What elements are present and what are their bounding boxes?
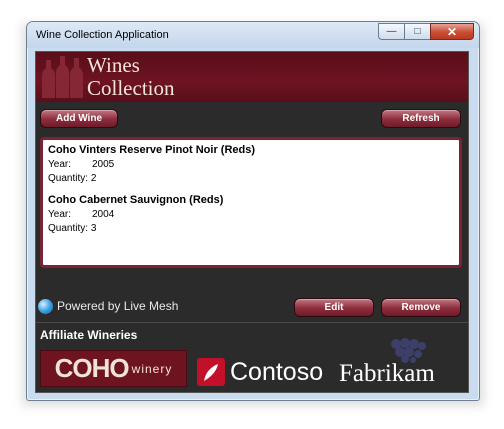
wine-name: Coho Vinters Reserve Pinot Noir (Reds): [48, 144, 256, 156]
year-label: Year:: [48, 209, 71, 220]
minimize-button[interactable]: —: [378, 23, 404, 40]
app-window: Wine Collection Application — □ ✕ Wines …: [26, 21, 480, 401]
coho-logo-sub: winery: [131, 361, 173, 376]
powered-by-text: Powered by Live Mesh: [57, 299, 179, 313]
title-bar[interactable]: Wine Collection Application — □ ✕: [27, 22, 479, 48]
quantity-value: 3: [90, 223, 97, 234]
wine-year-row: Year: 2005: [48, 159, 255, 170]
window-title: Wine Collection Application: [36, 29, 169, 41]
contoso-logo[interactable]: Contoso: [196, 357, 323, 387]
app-client-area: Wines Collection Add Wine Refresh Coho V…: [35, 51, 469, 393]
banner-title-line1: Wines: [87, 53, 140, 77]
contoso-logo-text: Contoso: [230, 357, 324, 386]
divider: [36, 322, 468, 323]
edit-button[interactable]: Edit: [294, 298, 374, 317]
year-value: 2004: [92, 209, 115, 220]
wine-item[interactable]: Coho Vinters Reserve Pinot Noir (Reds) Y…: [48, 144, 255, 184]
quantity-value: 2: [90, 173, 97, 184]
wine-name: Coho Cabernet Sauvignon (Reds): [48, 194, 224, 206]
live-mesh-status[interactable]: Powered by Live Mesh: [38, 297, 178, 315]
fabrikam-logo-text[interactable]: Fabrikam: [339, 360, 435, 388]
banner-title-line2: Collection: [87, 76, 175, 100]
year-value: 2005: [92, 159, 115, 170]
maximize-button[interactable]: □: [404, 23, 430, 40]
year-label: Year:: [48, 159, 71, 170]
wine-year-row: Year: 2004: [48, 209, 223, 220]
wine-item[interactable]: Coho Cabernet Sauvignon (Reds) Year: 2004…: [48, 194, 223, 234]
add-wine-button[interactable]: Add Wine: [40, 109, 118, 128]
live-mesh-icon: [38, 298, 53, 314]
remove-button[interactable]: Remove: [381, 298, 461, 317]
wine-bottles-icon: [42, 56, 83, 98]
quantity-label: Quantity:: [48, 173, 89, 184]
coho-logo-main: COHO: [54, 353, 130, 383]
wine-list[interactable]: Coho Vinters Reserve Pinot Noir (Reds) Y…: [40, 137, 462, 268]
affiliate-wineries-heading: Affiliate Wineries: [40, 328, 138, 342]
quantity-label: Quantity:: [48, 223, 89, 234]
refresh-button[interactable]: Refresh: [381, 109, 461, 128]
caption-buttons: — □ ✕: [378, 23, 474, 40]
close-button[interactable]: ✕: [430, 23, 474, 40]
coho-winery-logo[interactable]: COHO winery: [40, 350, 187, 387]
banner: Wines Collection: [36, 52, 468, 102]
wine-quantity-row: Quantity: 2: [48, 173, 255, 184]
banner-title: Wines Collection: [87, 54, 175, 100]
wine-quantity-row: Quantity: 3: [48, 223, 223, 234]
contoso-logo-icon: [197, 358, 225, 386]
